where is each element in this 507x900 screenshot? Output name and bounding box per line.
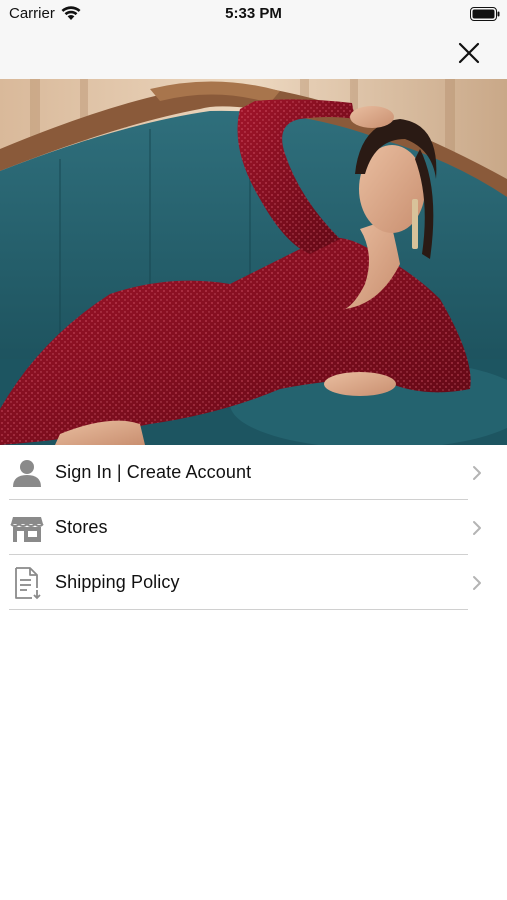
chevron-right-icon (473, 576, 481, 590)
user-icon (13, 460, 41, 487)
chevron-right-icon (473, 466, 481, 480)
menu-item-label: Stores (55, 517, 108, 537)
status-bar: Carrier 5:33 PM (0, 0, 507, 28)
document-download-icon (15, 567, 41, 600)
chevron-right-icon (473, 521, 481, 535)
menu-item-stores[interactable]: Stores (0, 500, 507, 555)
store-icon (10, 517, 44, 542)
menu-item-shipping-policy[interactable]: Shipping Policy (0, 555, 507, 610)
menu-item-label: Shipping Policy (55, 572, 180, 592)
account-menu: Sign In | Create Account Stores Shipping… (0, 445, 507, 610)
divider (9, 609, 468, 610)
menu-item-label: Sign In | Create Account (55, 462, 252, 482)
clock-time: 5:33 PM (225, 5, 282, 22)
menu-item-sign-in[interactable]: Sign In | Create Account (0, 445, 507, 500)
top-bar: Carrier 5:33 PM (0, 0, 507, 79)
hero-image (0, 79, 507, 445)
battery-icon (470, 7, 500, 21)
close-icon[interactable] (452, 36, 486, 70)
